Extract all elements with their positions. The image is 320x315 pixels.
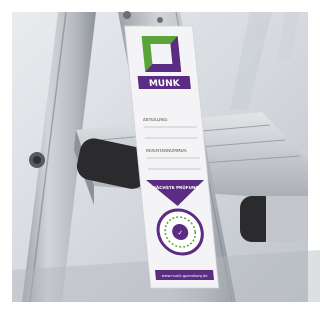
rivet — [123, 11, 131, 19]
brand-name: MUNK — [149, 79, 182, 89]
ladder-photo: MUNK ABTEILUNG: INVENTARNUMMER: NÄCHSTE … — [0, 0, 320, 315]
inspection-title: NÄCHSTE PRÜFUNG — [152, 185, 200, 190]
svg-text:✓: ✓ — [177, 228, 184, 237]
munk-logo-icon — [141, 36, 182, 72]
field-label-inventarnummer: INVENTARNUMMER: — [146, 148, 188, 153]
rivet — [157, 17, 163, 23]
label-website: www.munk-guenzburg.de — [162, 274, 209, 278]
field-label-abteilung: ABTEILUNG: — [143, 117, 169, 122]
